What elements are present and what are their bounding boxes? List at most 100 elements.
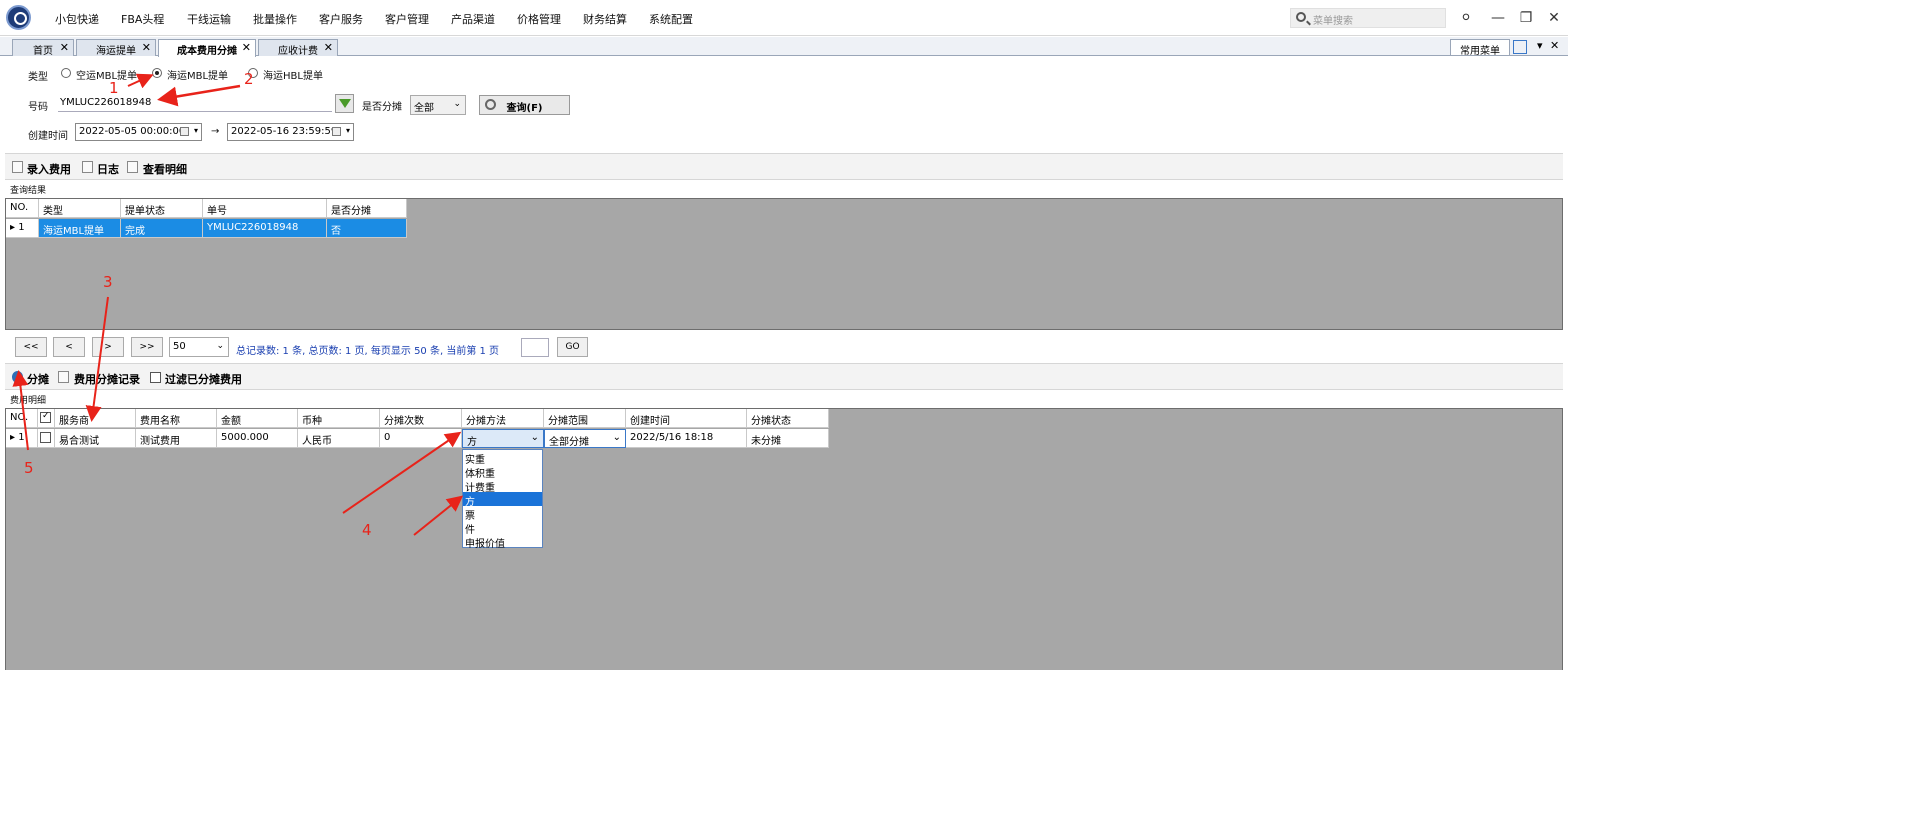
- query-button-label: 查询(F): [506, 103, 543, 114]
- close-tab-icon[interactable]: ✕: [142, 41, 151, 54]
- menu-batch-ops[interactable]: 批量操作: [253, 11, 297, 27]
- grid-header: 服务商: [55, 409, 136, 428]
- select-all-checkbox[interactable]: [40, 411, 51, 423]
- chevron-down-icon[interactable]: ▾: [346, 126, 350, 135]
- dropdown-option[interactable]: 计费重: [463, 478, 542, 494]
- tab-cost-split[interactable]: 成本费用分摊 ✕: [158, 39, 256, 57]
- menu-customer-service[interactable]: 客户服务: [319, 11, 363, 27]
- dropdown-option-selected[interactable]: 方: [463, 492, 542, 508]
- row-number[interactable]: ▸ 1: [6, 219, 39, 238]
- table-cell[interactable]: YMLUC226018948: [203, 219, 327, 238]
- go-button[interactable]: GO: [557, 337, 588, 357]
- page-number-input[interactable]: [521, 338, 549, 357]
- grid-header: NO.: [6, 409, 38, 428]
- radio-ocean-hbl-label: 海运HBL提单: [263, 71, 323, 82]
- close-all-icon[interactable]: ✕: [1550, 39, 1559, 52]
- view-detail-button[interactable]: 查看明细: [143, 161, 187, 177]
- menu-price-mgmt[interactable]: 价格管理: [517, 11, 561, 27]
- number-input[interactable]: YMLUC226018948: [58, 95, 332, 112]
- menu-customer-mgmt[interactable]: 客户管理: [385, 11, 429, 27]
- grid-header: 类型: [39, 199, 121, 218]
- table-cell[interactable]: 海运MBL提单: [39, 219, 121, 238]
- close-tab-icon[interactable]: ✕: [60, 41, 69, 54]
- annotation-number: 2: [244, 70, 254, 88]
- split-count-cell[interactable]: 0: [380, 429, 462, 448]
- row-checkbox[interactable]: [40, 432, 51, 443]
- grid-view-icon[interactable]: [1513, 40, 1527, 54]
- menu-fba[interactable]: FBA头程: [121, 11, 164, 27]
- grid-header: 分摊次数: [380, 409, 462, 428]
- created-cell[interactable]: 2022/5/16 18:18: [626, 429, 747, 448]
- filter-icon[interactable]: [335, 94, 354, 113]
- fee-name-cell[interactable]: 测试费用: [136, 429, 217, 448]
- results-section-label: 查询结果: [10, 186, 47, 196]
- chevron-down-icon[interactable]: ▾: [194, 126, 198, 135]
- dropdown-option[interactable]: 票: [463, 506, 542, 522]
- first-page-button[interactable]: <<: [15, 337, 47, 357]
- tab-label: 海运提单: [96, 46, 136, 57]
- radio-air-mbl[interactable]: [61, 68, 71, 78]
- split-records-button[interactable]: 费用分摊记录: [74, 371, 140, 387]
- menu-system-config[interactable]: 系统配置: [649, 11, 693, 27]
- close-tab-icon[interactable]: ✕: [242, 41, 251, 54]
- split-select[interactable]: 全部 ⌄: [410, 95, 466, 115]
- date-to-input[interactable]: 2022-05-16 23:59:59 ▾: [227, 123, 354, 141]
- radio-ocean-mbl[interactable]: [152, 68, 162, 78]
- query-button[interactable]: 查询(F): [479, 95, 570, 115]
- calendar-icon[interactable]: [332, 127, 341, 136]
- grid-header: 币种: [298, 409, 380, 428]
- tab-ocean-bl[interactable]: 海运提单 ✕: [76, 39, 156, 57]
- page-size-select[interactable]: 50 ⌄: [169, 337, 229, 357]
- amount-cell[interactable]: 5000.000: [217, 429, 298, 448]
- split-scope-select[interactable]: 全部分摊 ⌄: [544, 429, 626, 448]
- chevron-down-icon: ⌄: [453, 99, 461, 109]
- table-cell[interactable]: 否: [327, 219, 407, 238]
- grid-header: 分摊范围: [544, 409, 626, 428]
- status-cell[interactable]: 未分摊: [747, 429, 829, 448]
- date-from-input[interactable]: 2022-05-05 00:00:00 ▾: [75, 123, 202, 141]
- search-icon: [1296, 12, 1306, 22]
- currency-cell[interactable]: 人民币: [298, 429, 380, 448]
- menu-trunk-transport[interactable]: 干线运输: [187, 11, 231, 27]
- dropdown-option[interactable]: 申报价值: [463, 534, 542, 550]
- dropdown-option[interactable]: 实重: [463, 450, 542, 466]
- provider-cell[interactable]: 易合测试: [55, 429, 136, 448]
- tab-label: 成本费用分摊: [177, 46, 237, 57]
- enter-fee-button[interactable]: 录入费用: [27, 161, 71, 177]
- menu-finance[interactable]: 财务结算: [583, 11, 627, 27]
- split-method-select[interactable]: 方 ⌄: [462, 429, 544, 448]
- dropdown-option[interactable]: 体积重: [463, 464, 542, 480]
- close-window-icon[interactable]: ✕: [1543, 8, 1565, 28]
- minimize-icon[interactable]: —: [1487, 8, 1509, 28]
- menu-product-channel[interactable]: 产品渠道: [451, 11, 495, 27]
- range-arrow: →: [211, 126, 220, 137]
- tab-home[interactable]: 首页 ✕: [12, 39, 74, 57]
- filter-split-checkbox[interactable]: [150, 372, 161, 383]
- menu-small-parcel[interactable]: 小包快递: [55, 11, 99, 27]
- prev-page-button[interactable]: <: [53, 337, 85, 357]
- restore-icon[interactable]: ❐: [1515, 8, 1537, 28]
- last-page-button[interactable]: >>: [131, 337, 163, 357]
- tab-receivable[interactable]: 应收计费 ✕: [258, 39, 338, 57]
- annotation-number: 5: [24, 459, 34, 477]
- results-grid: NO. 类型 提单状态 单号 是否分摊 ▸ 1 海运MBL提单 完成 YMLUC…: [5, 198, 1563, 330]
- tab-label: 应收计费: [278, 46, 318, 57]
- date-to-value: 2022-05-16 23:59:59: [231, 126, 338, 137]
- quick-menu-button[interactable]: 常用菜单: [1450, 39, 1510, 57]
- row-number[interactable]: ▸ 1: [6, 429, 38, 448]
- palette-icon[interactable]: ⚪: [1455, 8, 1477, 28]
- close-tab-icon[interactable]: ✕: [324, 41, 333, 54]
- calendar-icon[interactable]: [180, 127, 189, 136]
- next-page-button[interactable]: >: [92, 337, 124, 357]
- split-button[interactable]: 分摊: [27, 371, 49, 387]
- menu-search-input[interactable]: 菜单搜索: [1290, 8, 1446, 28]
- table-cell[interactable]: 完成: [121, 219, 203, 238]
- created-time-label: 创建时间: [28, 131, 68, 142]
- annotation-number: 4: [362, 521, 372, 539]
- grid-header: 是否分摊: [327, 199, 407, 218]
- tab-list-icon[interactable]: ▾: [1537, 39, 1543, 52]
- log-button[interactable]: 日志: [97, 161, 119, 177]
- dropdown-option[interactable]: 件: [463, 520, 542, 536]
- details-section-label: 费用明细: [10, 396, 47, 406]
- grid-header: 提单状态: [121, 199, 203, 218]
